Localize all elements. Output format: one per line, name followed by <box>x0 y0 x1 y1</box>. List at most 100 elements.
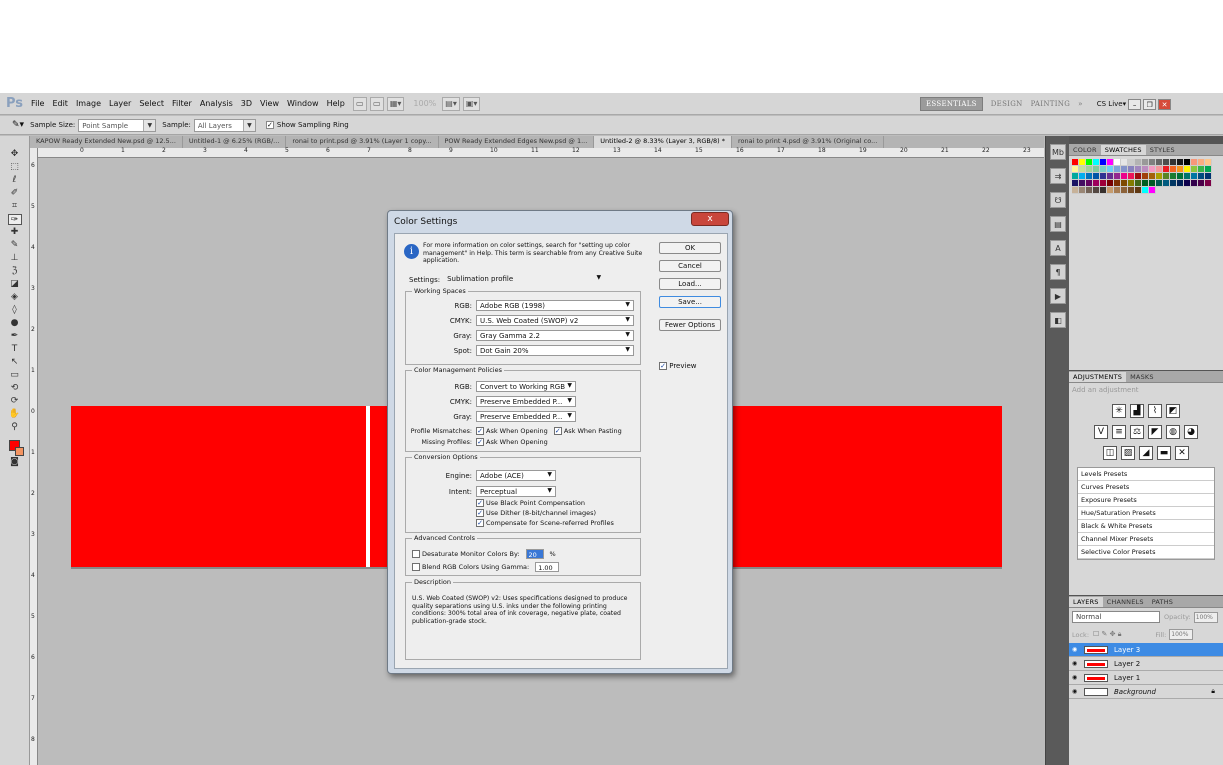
restore-icon[interactable]: ❐ <box>1143 98 1157 110</box>
workspace-painting[interactable]: PAINTING <box>1031 100 1071 108</box>
rgb-policy-select[interactable]: Convert to Working RGB ▼ <box>476 381 576 392</box>
color-balance-icon[interactable]: ⚖ <box>1130 425 1144 439</box>
swatch[interactable] <box>1177 180 1184 187</box>
preview-checkbox[interactable]: ✓ <box>659 362 667 370</box>
swatch[interactable] <box>1107 180 1114 187</box>
levels-icon[interactable]: ▟ <box>1130 404 1144 418</box>
marquee-tool-icon[interactable]: ⬚ <box>8 162 22 173</box>
bridge-icon[interactable]: ▭ <box>352 96 367 111</box>
swatch[interactable] <box>1086 159 1093 166</box>
swatch[interactable] <box>1163 173 1170 180</box>
swatch[interactable] <box>1114 180 1121 187</box>
clone-source-icon[interactable]: ☋ <box>1050 192 1066 208</box>
menu-view[interactable]: View <box>260 99 279 108</box>
dodge-tool-icon[interactable]: ● <box>8 318 22 329</box>
gamma-input[interactable]: 1.00 <box>535 562 560 572</box>
opacity-field[interactable]: 100% <box>1193 611 1218 623</box>
swatch[interactable] <box>1135 159 1142 166</box>
hue-sat-icon[interactable]: ≡ <box>1112 425 1126 439</box>
list-item[interactable]: Selective Color Presets <box>1078 546 1214 559</box>
swatch[interactable] <box>1170 173 1177 180</box>
histogram-icon[interactable]: ▤ <box>1050 216 1066 232</box>
swatch[interactable] <box>1163 166 1170 173</box>
swatch[interactable] <box>1198 159 1205 166</box>
swatch[interactable] <box>1170 159 1177 166</box>
menu-window[interactable]: Window <box>287 99 319 108</box>
doc-tab[interactable]: Untitled-1 @ 6.25% (RGB/... <box>183 136 287 148</box>
swatch[interactable] <box>1135 180 1142 187</box>
menu-layer[interactable]: Layer <box>109 99 131 108</box>
scene-referred-checkbox[interactable]: ✓ <box>476 519 484 527</box>
swatch[interactable] <box>1121 159 1128 166</box>
shape-tool-icon[interactable]: ▭ <box>8 370 22 381</box>
swatch[interactable] <box>1072 166 1079 173</box>
character-icon[interactable]: A <box>1050 240 1066 256</box>
minimize-icon[interactable]: – <box>1128 98 1142 110</box>
doc-tab[interactable]: KAPOW Ready Extended New.psd @ 12.5... <box>30 136 183 148</box>
swatch[interactable] <box>1100 173 1107 180</box>
mini-bridge-panel-icon[interactable]: Mb <box>1050 144 1066 160</box>
menu-edit[interactable]: Edit <box>52 99 68 108</box>
gradient-map-icon[interactable]: ▬ <box>1157 446 1171 460</box>
gray-working-space-select[interactable]: Gray Gamma 2.2 ▼ <box>476 330 634 341</box>
eye-icon[interactable]: ◉ <box>1072 646 1080 654</box>
swatch[interactable] <box>1079 159 1086 166</box>
swatch[interactable] <box>1191 180 1198 187</box>
hand-tool-icon[interactable]: ✋ <box>8 409 22 420</box>
save-button[interactable]: Save... <box>659 296 721 308</box>
swatch[interactable] <box>1156 166 1163 173</box>
cmyk-working-space-select[interactable]: U.S. Web Coated (SWOP) v2 ▼ <box>476 315 634 326</box>
close-icon[interactable]: ✕ <box>1158 98 1172 110</box>
menu-select[interactable]: Select <box>139 99 164 108</box>
swatch[interactable] <box>1205 159 1212 166</box>
channel-mixer-icon[interactable]: ◕ <box>1184 425 1198 439</box>
blend-mode-select[interactable]: Normal <box>1072 611 1160 623</box>
eye-icon[interactable]: ◉ <box>1072 660 1080 668</box>
cs-live-button[interactable]: CS Live▾ <box>1097 100 1126 108</box>
intent-select[interactable]: Perceptual ▼ <box>476 486 556 497</box>
layer-row[interactable]: ◉ Layer 2 <box>1069 657 1223 671</box>
swatch[interactable] <box>1198 180 1205 187</box>
menu-analysis[interactable]: Analysis <box>200 99 233 108</box>
pen-tool-icon[interactable]: ✒ <box>8 331 22 342</box>
swatch[interactable] <box>1205 180 1212 187</box>
layer-row[interactable]: ◉ Layer 3 <box>1069 643 1223 657</box>
swatch[interactable] <box>1100 180 1107 187</box>
cancel-button[interactable]: Cancel <box>659 260 721 272</box>
swatch[interactable] <box>1086 173 1093 180</box>
swatch-grid[interactable] <box>1072 159 1212 194</box>
swatch[interactable] <box>1170 166 1177 173</box>
3d-panel-icon[interactable]: ◧ <box>1050 312 1066 328</box>
stamp-tool-icon[interactable]: ⊥ <box>8 253 22 264</box>
cmyk-policy-select[interactable]: Preserve Embedded P... ▼ <box>476 396 576 407</box>
tools-presets-icon[interactable]: ⇉ <box>1050 168 1066 184</box>
tab-layers[interactable]: LAYERS <box>1069 596 1103 607</box>
spot-working-space-select[interactable]: Dot Gain 20% ▼ <box>476 345 634 356</box>
list-item[interactable]: Hue/Saturation Presets <box>1078 507 1214 520</box>
exposure-icon[interactable]: ◩ <box>1166 404 1180 418</box>
swatch[interactable] <box>1079 173 1086 180</box>
swatch[interactable] <box>1198 173 1205 180</box>
swatch[interactable] <box>1149 159 1156 166</box>
swatch[interactable] <box>1149 187 1156 194</box>
list-item[interactable]: Exposure Presets <box>1078 494 1214 507</box>
swatch[interactable] <box>1107 166 1114 173</box>
tab-masks[interactable]: MASKS <box>1126 372 1158 382</box>
swatch[interactable] <box>1142 173 1149 180</box>
eyedropper-preset-icon[interactable]: ✎▾ <box>12 120 24 130</box>
background-color-swatch[interactable] <box>15 447 24 456</box>
eyedropper-tool-icon[interactable]: ✑ <box>7 214 22 225</box>
eye-icon[interactable]: ◉ <box>1072 674 1080 682</box>
show-sampling-ring-checkbox[interactable]: ✓ <box>265 121 274 129</box>
blur-tool-icon[interactable]: ◊ <box>8 305 22 316</box>
sample-size-select[interactable]: Point Sample ▼ <box>78 118 157 132</box>
desaturate-input[interactable]: 20 <box>525 549 544 559</box>
fill-field[interactable]: 100% <box>1169 629 1194 640</box>
swatch[interactable] <box>1142 187 1149 194</box>
swatch[interactable] <box>1149 166 1156 173</box>
swatch[interactable] <box>1205 166 1212 173</box>
sample-select[interactable]: All Layers ▼ <box>193 118 256 132</box>
swatch[interactable] <box>1177 173 1184 180</box>
load-button[interactable]: Load... <box>659 278 721 290</box>
zoom-level[interactable]: 100% <box>413 99 436 108</box>
